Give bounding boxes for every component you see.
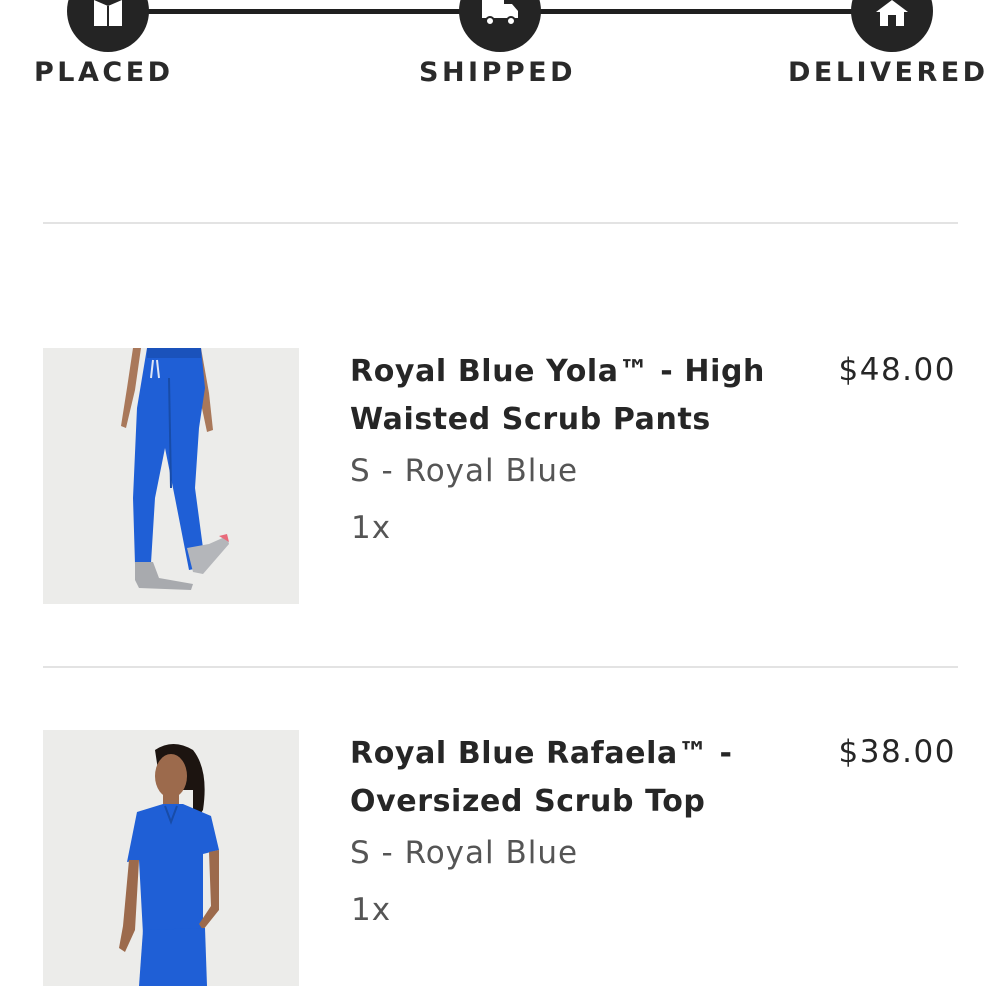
step-label-shipped: SHIPPED	[419, 57, 577, 88]
item-quantity: 1x	[351, 892, 392, 928]
step-label-placed: PLACED	[34, 57, 174, 88]
order-status-tracker: PLACED SHIPPED DELIVERED	[0, 0, 1000, 100]
product-image-scrub-pants[interactable]	[43, 348, 299, 604]
product-image-scrub-top[interactable]	[43, 730, 299, 986]
divider	[43, 222, 958, 224]
tracker-line-shipped-delivered	[500, 9, 892, 14]
item-name[interactable]: Royal Blue Yola™ - High Waisted Scrub Pa…	[350, 348, 790, 444]
tracker-line-placed-shipped	[108, 9, 500, 14]
item-price: $48.00	[838, 352, 956, 388]
item-name[interactable]: Royal Blue Rafaela™ - Oversized Scrub To…	[350, 730, 790, 826]
divider	[43, 666, 958, 668]
step-label-delivered: DELIVERED	[788, 57, 989, 88]
item-variant: S - Royal Blue	[350, 835, 579, 871]
house-icon	[851, 0, 933, 52]
truck-icon	[459, 0, 541, 52]
item-price: $38.00	[838, 734, 956, 770]
item-quantity: 1x	[351, 510, 392, 546]
box-icon	[67, 0, 149, 52]
item-variant: S - Royal Blue	[350, 453, 579, 489]
